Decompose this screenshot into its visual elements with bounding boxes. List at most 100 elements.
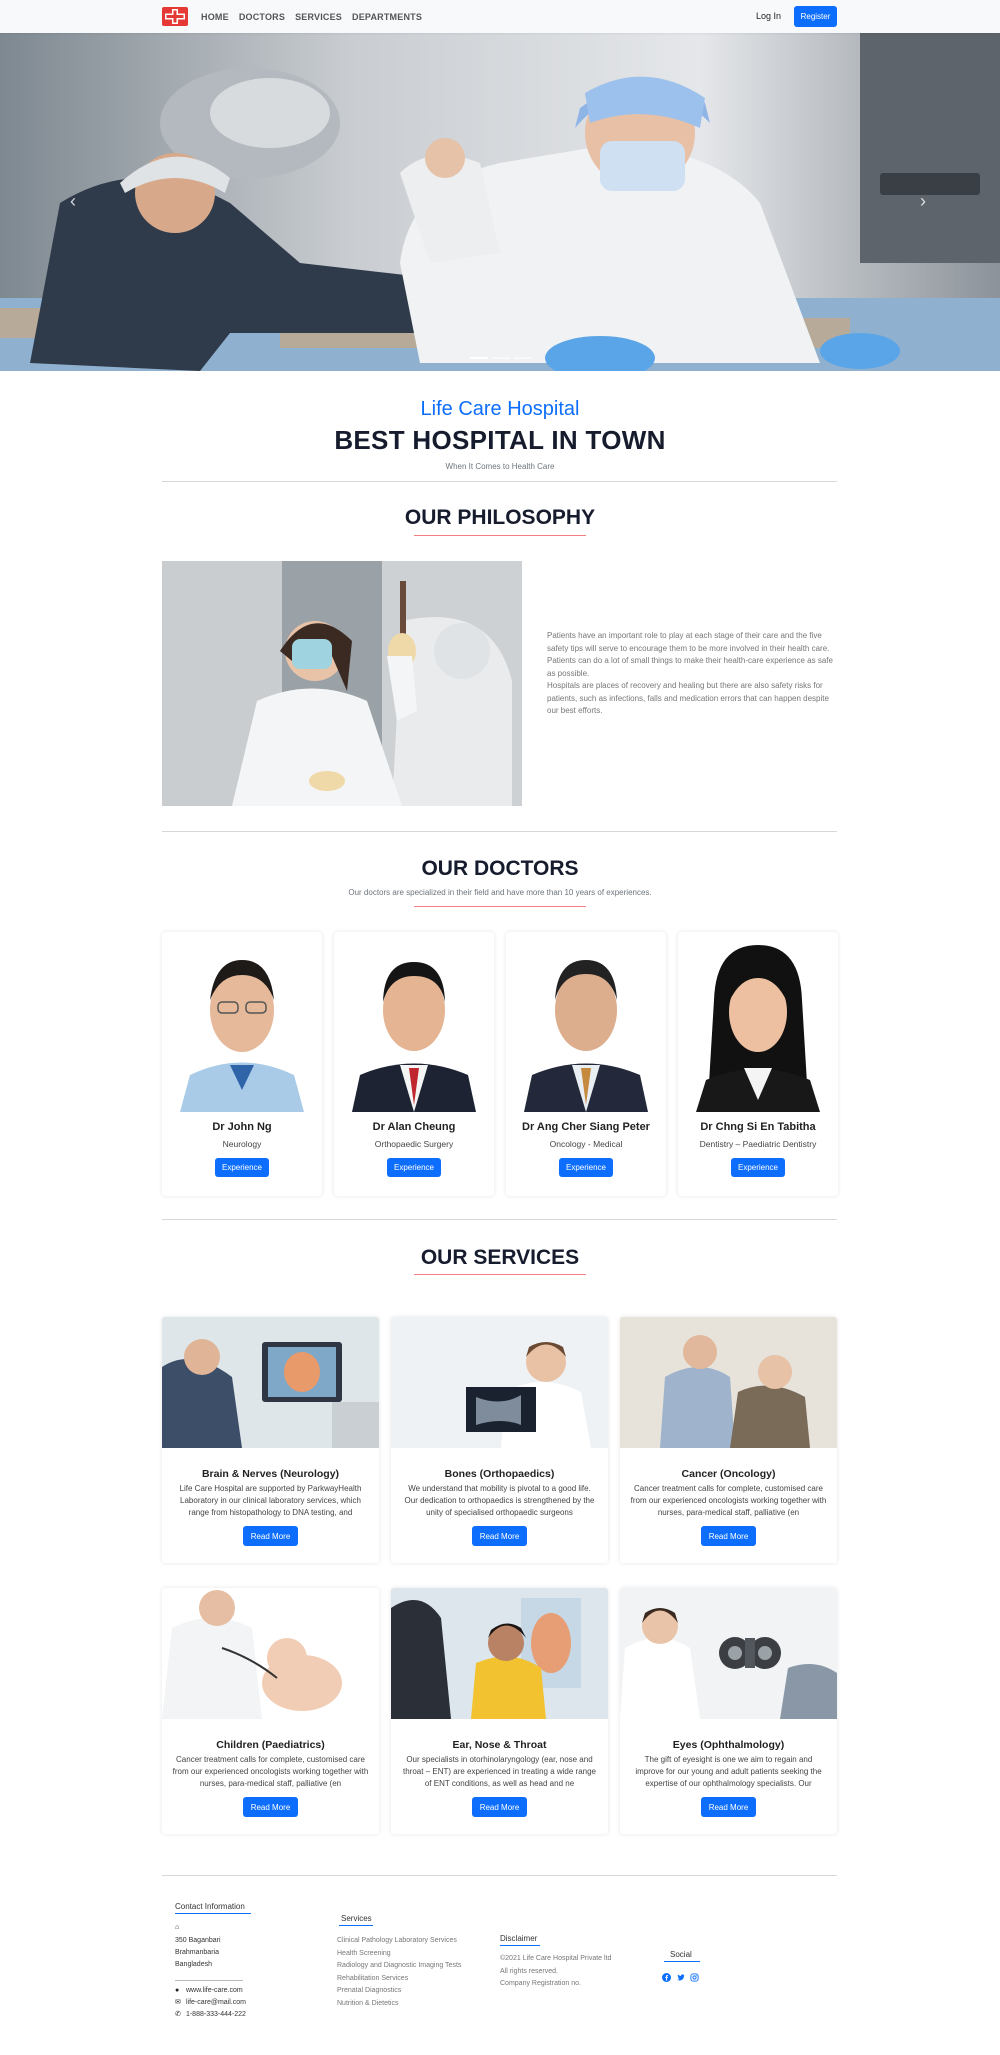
carousel-indicator[interactable]: [514, 357, 532, 359]
carousel-indicator[interactable]: [470, 357, 488, 359]
divider: [162, 481, 837, 482]
read-more-button[interactable]: Read More: [243, 1797, 298, 1817]
doctor-photo: [524, 940, 648, 1112]
footer-service-link[interactable]: Prenatal Diagnostics: [337, 1985, 461, 1998]
doctor-card: Dr Alan Cheung Orthopaedic Surgery Exper…: [334, 932, 494, 1196]
login-link[interactable]: Log In: [756, 11, 781, 21]
instagram-icon[interactable]: [690, 1969, 699, 1982]
social-title: Social: [670, 1950, 692, 1959]
footer-divider: [175, 1980, 243, 1981]
service-card: Brain & Nerves (Neurology) Life Care Hos…: [162, 1317, 379, 1563]
service-image: [391, 1588, 608, 1719]
doctor-card: Dr Chng Si En Tabitha Dentistry – Paedia…: [678, 932, 838, 1196]
doctor-name: Dr Chng Si En Tabitha: [700, 1121, 816, 1133]
service-description: Life Care Hospital are supported by Park…: [179, 1484, 362, 1518]
service-title: Ear, Nose & Throat: [452, 1739, 547, 1751]
carousel-prev-icon[interactable]: ‹: [70, 191, 76, 212]
carousel-next-icon[interactable]: ›: [920, 191, 926, 212]
services-footer-title: Services: [341, 1914, 372, 1923]
title-underline: [414, 1274, 586, 1275]
service-card: Children (Paediatrics) Cancer treatment …: [162, 1588, 379, 1834]
footer-service-link[interactable]: Radiology and Diagnostic Imaging Tests: [337, 1960, 461, 1973]
doctor-photo: [352, 940, 476, 1112]
read-more-button[interactable]: Read More: [701, 1797, 756, 1817]
philosophy-text: Patients have an important role to play …: [547, 630, 837, 718]
phone-number: 1-888-333-444-222: [185, 2011, 246, 2018]
doctors-title: OUR DOCTORS: [421, 857, 579, 880]
contact-title: Contact Information: [175, 1902, 245, 1911]
hospital-logo[interactable]: [162, 7, 188, 26]
philosophy-paragraph: Hospitals are places of recovery and hea…: [547, 681, 829, 715]
read-more-button[interactable]: Read More: [243, 1526, 298, 1546]
disclaimer-line: All rights reserved.: [500, 1967, 558, 1975]
footer-underline: [339, 1925, 373, 1926]
email-link[interactable]: life-care@mail.com: [186, 1999, 246, 2006]
website-link[interactable]: www.life-care.com: [186, 1987, 243, 1994]
service-description: Cancer treatment calls for complete, cus…: [630, 1484, 827, 1518]
service-description: We understand that mobility is pivotal t…: [404, 1484, 595, 1518]
read-more-button[interactable]: Read More: [472, 1526, 527, 1546]
disclaimer-line: ©2021 Life Care Hospital Private ltd: [500, 1955, 612, 1962]
doctor-photo: [180, 940, 304, 1112]
hero-image: [0, 33, 1000, 371]
divider: [162, 1219, 837, 1220]
address-line: Brahmanbaria: [175, 1949, 219, 1956]
disclaimer-line: Company Registration no.: [500, 1980, 581, 1987]
nav-services[interactable]: SERVICES: [295, 12, 342, 22]
services-title: OUR SERVICES: [420, 1246, 580, 1269]
footer-underline: [500, 1945, 540, 1946]
address-line: Bangladesh: [175, 1961, 212, 1968]
title-underline: [414, 906, 586, 907]
footer-services-list: Clinical Pathology Laboratory Services H…: [337, 1935, 461, 2010]
address-line: 350 Baganbari: [175, 1937, 221, 1944]
address: 350 Baganbari Brahmanbaria Bangladesh: [175, 1935, 221, 1971]
doctor-name: Dr Ang Cher Siang Peter: [522, 1121, 650, 1133]
facebook-icon[interactable]: [662, 1969, 671, 1982]
experience-button[interactable]: Experience: [387, 1158, 441, 1177]
divider: [162, 1875, 837, 1876]
nav-departments[interactable]: DEPARTMENTS: [352, 12, 422, 22]
service-card: Bones (Orthopaedics) We understand that …: [391, 1317, 608, 1563]
experience-button[interactable]: Experience: [731, 1158, 785, 1177]
service-image: [620, 1317, 837, 1448]
experience-button[interactable]: Experience: [215, 1158, 269, 1177]
footer-service-link[interactable]: Clinical Pathology Laboratory Services: [337, 1935, 461, 1948]
doctors-subtitle: Our doctors are specialized in their fie…: [348, 888, 652, 897]
twitter-icon[interactable]: [676, 1969, 685, 1981]
nav-doctors[interactable]: DOCTORS: [239, 12, 285, 22]
doctor-specialty: Neurology: [222, 1139, 262, 1149]
disclaimer-title: Disclaimer: [500, 1934, 538, 1943]
register-button[interactable]: Register: [794, 6, 837, 27]
philosophy-title: OUR PHILOSOPHY: [404, 506, 596, 529]
read-more-button[interactable]: Read More: [701, 1526, 756, 1546]
home-icon: ⌂: [175, 1924, 180, 1931]
philosophy-image: [162, 561, 522, 806]
hero-carousel: ‹ ›: [0, 33, 1000, 371]
nav-home[interactable]: HOME: [201, 12, 229, 22]
service-card: Eyes (Ophthalmology) The gift of eyesigh…: [620, 1588, 837, 1834]
nav-links: HOME DOCTORS SERVICES DEPARTMENTS: [201, 0, 422, 33]
philosophy-paragraph: Patients can do a lot of small things to…: [547, 656, 833, 678]
read-more-button[interactable]: Read More: [472, 1797, 527, 1817]
service-description: Our specialists in otorhinolaryngology (…: [403, 1755, 596, 1789]
disclaimer-text: ©2021 Life Care Hospital Private ltd All…: [500, 1953, 611, 1991]
philosophy-paragraph: Patients have an important role to play …: [547, 631, 830, 653]
doctor-card: Dr John Ng Neurology Experience: [162, 932, 322, 1196]
mail-icon: ✉: [175, 1999, 181, 2006]
doctor-specialty: Orthopaedic Surgery: [374, 1139, 454, 1149]
doctor-card: Dr Ang Cher Siang Peter Oncology - Medic…: [506, 932, 666, 1196]
footer-underline: [664, 1961, 700, 1962]
phone-icon: ✆: [175, 2011, 181, 2018]
doctor-name: Dr Alan Cheung: [372, 1121, 456, 1133]
globe-icon: ●: [175, 1987, 180, 1994]
footer-service-link[interactable]: Health Screening: [337, 1948, 461, 1961]
service-title: Children (Paediatrics): [216, 1739, 325, 1751]
carousel-indicator[interactable]: [492, 357, 510, 359]
doctor-specialty: Dentistry – Paediatric Dentistry: [699, 1139, 817, 1149]
hospital-subtitle: When It Comes to Health Care: [445, 462, 555, 471]
footer-service-link[interactable]: Nutrition & Dietetics: [337, 1998, 461, 2011]
experience-button[interactable]: Experience: [559, 1158, 613, 1177]
footer-service-link[interactable]: Rehabilitation Services: [337, 1973, 461, 1986]
contact-links: ● www.life-care.com ✉ life-care@mail.com…: [175, 1985, 246, 2021]
doctor-name: Dr John Ng: [212, 1121, 272, 1133]
